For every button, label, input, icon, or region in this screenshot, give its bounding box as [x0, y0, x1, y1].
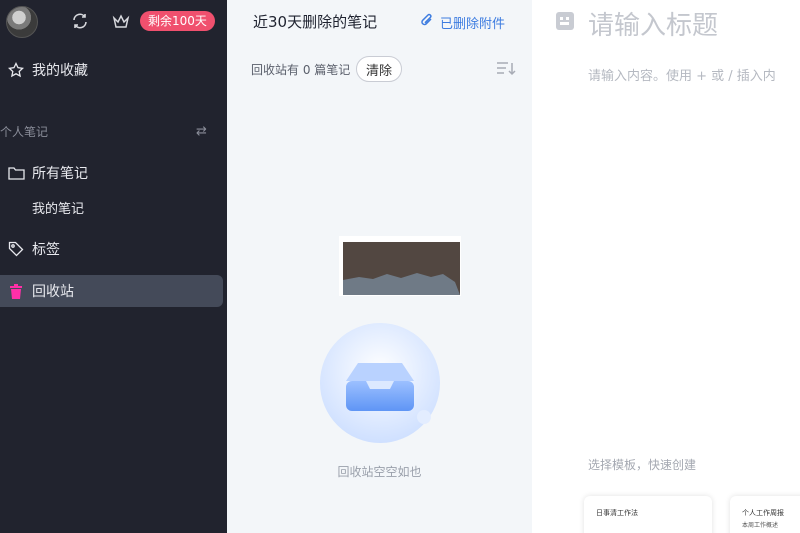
sidebar-item-tags[interactable]: 标签 — [0, 233, 223, 265]
trash-count-text: 回收站有 0 篇笔记 — [251, 63, 351, 77]
sidebar: 剩余100天 我的收藏 个人笔记 ⇄ 所有笔记 我的笔记 标签 回收站 — [0, 0, 227, 533]
crown-icon[interactable] — [110, 10, 132, 32]
title-input[interactable]: 请输入标题 — [588, 5, 718, 42]
sidebar-item-label: 回收站 — [32, 284, 74, 300]
sidebar-item-favorites[interactable]: 我的收藏 — [0, 54, 223, 86]
content-input[interactable]: 请输入内容。使用 + 或 / 插入内 — [588, 65, 776, 84]
empty-box-illustration — [320, 323, 440, 443]
deleted-attachments-link[interactable]: 已删除附件 — [420, 12, 505, 32]
folder-icon — [0, 166, 32, 181]
clear-button[interactable]: 清除 — [356, 56, 402, 82]
template-title: 个人工作周报 — [742, 509, 784, 517]
sidebar-item-trash[interactable]: 回收站 — [0, 275, 223, 307]
template-label: 选择模板，快速创建 — [588, 458, 697, 472]
cover-icon[interactable] — [556, 12, 574, 30]
tag-icon — [0, 241, 32, 257]
sidebar-item-label: 我的收藏 — [32, 63, 88, 79]
editor-panel: 请输入标题 请输入内容。使用 + 或 / 插入内 选择模板，快速创建 日事清工作… — [532, 0, 800, 533]
panel-title: 近30天删除的笔记 — [253, 13, 378, 31]
star-icon — [0, 62, 32, 78]
template-title: 日事清工作法 — [596, 509, 638, 517]
swap-icon[interactable]: ⇄ — [196, 124, 207, 139]
days-remaining-badge[interactable]: 剩余100天 — [140, 11, 215, 31]
template-subtitle: 本周工作概述 — [742, 522, 779, 529]
sort-icon[interactable] — [496, 60, 516, 78]
section-label-personal-notes: 个人笔记 — [0, 125, 49, 139]
sidebar-item-label: 所有笔记 — [32, 166, 88, 182]
paperclip-icon — [420, 12, 434, 32]
sync-icon[interactable] — [69, 10, 91, 32]
landscape-thumbnail — [339, 236, 461, 296]
template-card[interactable]: 个人工作周报 本周工作概述 — [730, 496, 800, 533]
empty-state-text: 回收站空空如也 — [337, 465, 422, 479]
sidebar-item-all-notes[interactable]: 所有笔记 — [0, 157, 223, 189]
deleted-attachments-label: 已删除附件 — [440, 16, 506, 32]
template-card[interactable]: 日事清工作法 — [584, 496, 712, 533]
sidebar-item-my-notes[interactable]: 我的笔记 — [32, 198, 84, 217]
note-list-panel: 近30天删除的笔记 已删除附件 回收站有 0 篇笔记 清除 回收站空空如也 — [227, 0, 532, 533]
sidebar-item-label: 标签 — [32, 242, 60, 258]
avatar[interactable] — [6, 6, 38, 38]
trash-icon — [0, 283, 32, 299]
